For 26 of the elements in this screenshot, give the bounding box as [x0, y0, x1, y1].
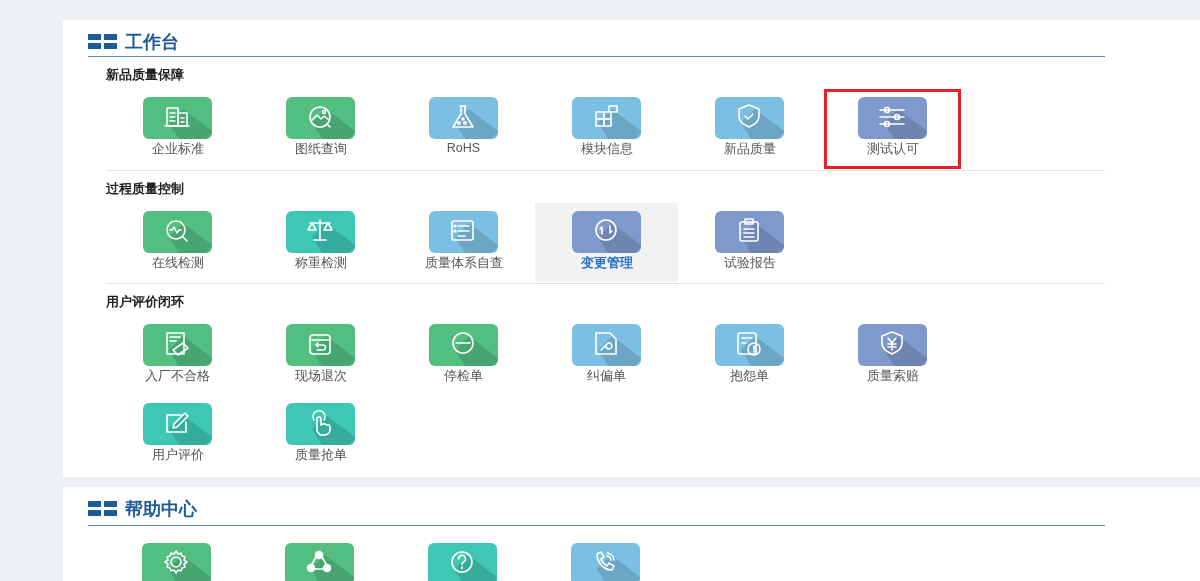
- module-button[interactable]: 模块信息: [535, 89, 678, 168]
- module-button[interactable]: 图纸查询: [249, 89, 392, 168]
- module-button[interactable]: 质量体系自查: [392, 203, 535, 282]
- module-button[interactable]: 入厂不合格: [106, 316, 249, 395]
- module-button[interactable]: 企业标准: [106, 89, 249, 168]
- module-button[interactable]: 新品质量: [678, 89, 821, 168]
- panel-title: 工作台: [125, 31, 179, 54]
- module-button[interactable]: 试验报告: [678, 203, 821, 282]
- module-button[interactable]: 在线检测: [106, 203, 249, 282]
- panel-title: 帮助中心: [125, 498, 197, 521]
- section-heading: 新品质量保障: [106, 66, 184, 84]
- module-button[interactable]: RoHS: [392, 89, 535, 168]
- module-button[interactable]: 停检单: [392, 316, 535, 395]
- module-button[interactable]: 称重检测: [249, 203, 392, 282]
- grid-icon: [88, 34, 118, 50]
- section-heading: 过程质量控制: [106, 180, 184, 198]
- module-button[interactable]: 质量索赔: [821, 316, 964, 395]
- module-button[interactable]: 测试认可: [824, 89, 961, 169]
- module-button[interactable]: 变更管理: [535, 203, 678, 282]
- section-heading: 用户评价闭环: [106, 293, 184, 311]
- module-button[interactable]: 现场退次: [249, 316, 392, 395]
- grid-icon: [88, 501, 118, 517]
- module-button[interactable]: 质量抢单: [249, 395, 392, 474]
- module-button[interactable]: 抱怨单: [678, 316, 821, 395]
- module-button[interactable]: 用户评价: [106, 395, 249, 474]
- module-button[interactable]: 纠偏单: [535, 316, 678, 395]
